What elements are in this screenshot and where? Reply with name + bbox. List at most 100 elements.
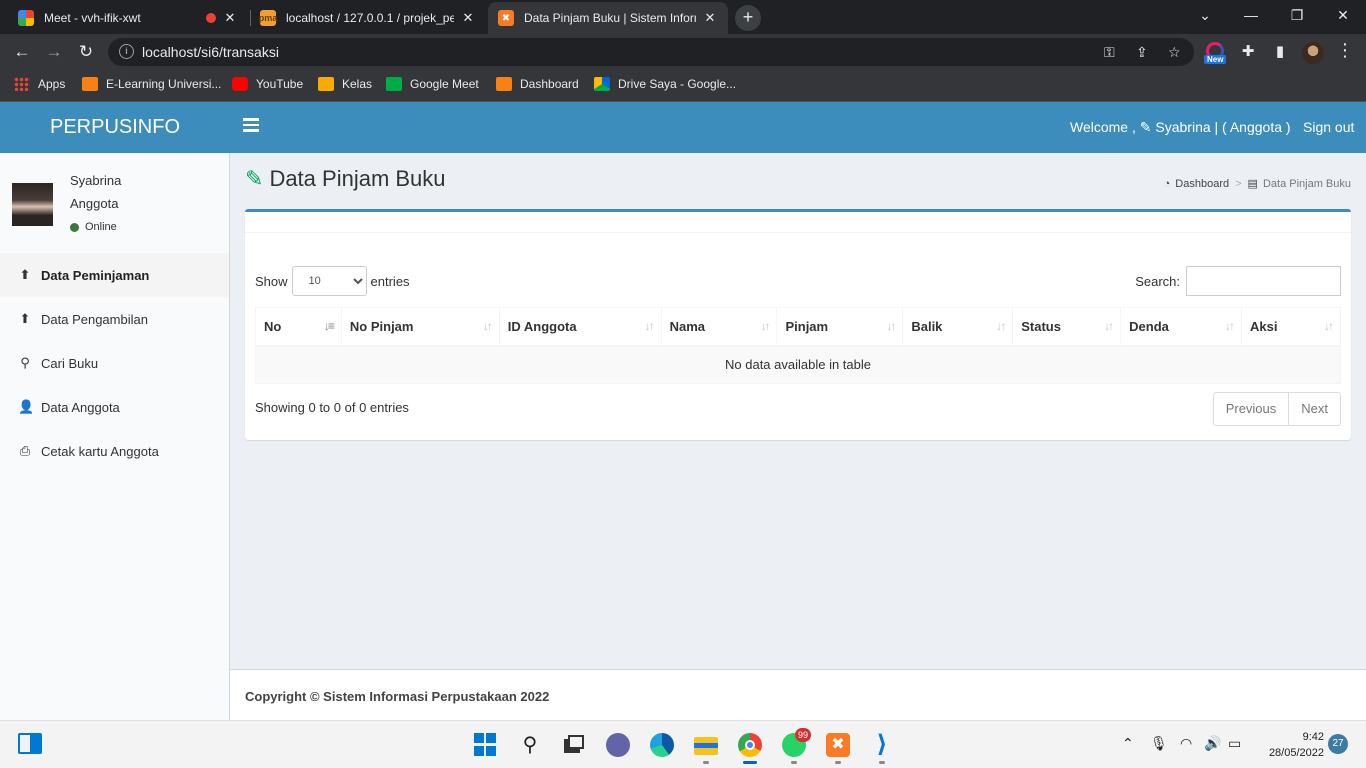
- user-role: Anggota: [70, 196, 119, 211]
- close-window-icon[interactable]: ✕: [1320, 0, 1366, 30]
- teams-chat-icon[interactable]: [606, 733, 630, 757]
- user-name: Syabrina: [70, 173, 122, 188]
- column-header-aksi[interactable]: Aksi ↓↑: [1241, 307, 1341, 347]
- browser-tab-active[interactable]: ✖ Data Pinjam Buku | Sistem Informasi Pe…: [488, 2, 728, 34]
- welcome-user[interactable]: Welcome , ✎ Syabrina | ( Anggota ): [1070, 119, 1291, 136]
- sort-icon: ↓↑: [1225, 319, 1235, 333]
- print-icon: ⎙: [19, 443, 31, 458]
- sort-icon: ↓↑: [1324, 319, 1334, 333]
- sidebar-item-cetak-kartu[interactable]: ⎙ Cetak kartu Anggota: [0, 429, 229, 473]
- clock[interactable]: 9:42 28/05/2022: [1256, 729, 1324, 761]
- page-length-select[interactable]: 10: [291, 266, 367, 296]
- back-icon[interactable]: ←: [10, 40, 34, 64]
- column-header-pinjam[interactable]: Pinjam ↓↑: [776, 307, 904, 347]
- bookmark-apps[interactable]: Apps: [14, 77, 65, 91]
- phpmyadmin-icon: pma: [259, 10, 277, 26]
- user-avatar: [12, 183, 53, 226]
- breadcrumb-home[interactable]: Dashboard: [1175, 178, 1229, 190]
- browser-toolbar: ← → ↻ i localhost/si6/transaksi ⚿ ⇪ ☆ Ne…: [0, 34, 1366, 70]
- search-control: Search:: [1135, 266, 1341, 296]
- tab-search-icon[interactable]: ⌄: [1182, 0, 1228, 30]
- widgets-icon[interactable]: [18, 733, 42, 754]
- column-header-no[interactable]: No ↓≡: [255, 307, 342, 347]
- next-page-button[interactable]: Next: [1289, 392, 1341, 426]
- extensions-puzzle-icon[interactable]: ✚: [1238, 42, 1258, 62]
- tray-overflow-icon[interactable]: ⌃: [1122, 735, 1134, 752]
- site-info-icon[interactable]: i: [119, 44, 134, 59]
- volume-icon[interactable]: 🔊: [1204, 735, 1221, 752]
- pagination: Previous Next: [1212, 392, 1341, 426]
- chrome-menu-icon[interactable]: ⋮: [1336, 40, 1354, 61]
- minimize-icon[interactable]: —: [1228, 0, 1274, 30]
- column-header-balik[interactable]: Balik ↓↑: [902, 307, 1014, 347]
- share-icon[interactable]: ⇪: [1136, 44, 1148, 61]
- vscode-icon[interactable]: ⟩: [870, 733, 894, 757]
- previous-page-button[interactable]: Previous: [1212, 392, 1290, 426]
- edit-icon: ✎: [1139, 119, 1152, 135]
- sidebar-item-cari-buku[interactable]: ⚲ Cari Buku: [0, 341, 229, 385]
- reload-icon[interactable]: ↻: [74, 40, 98, 64]
- column-header-status[interactable]: Status ↓↑: [1012, 307, 1122, 347]
- file-explorer-icon[interactable]: [694, 733, 718, 757]
- dashboard-icon: ◔: [1163, 177, 1171, 190]
- browser-tab-phpmyadmin[interactable]: pma localhost / 127.0.0.1 / projek_perpu…: [250, 2, 486, 34]
- table-header-row: No ↓≡ No Pinjam ↓↑ ID Anggota ↓↑ Nama ↓↑ Pin…: [255, 307, 1341, 347]
- restore-icon[interactable]: ❐: [1274, 0, 1320, 30]
- extension-new-icon[interactable]: New: [1204, 42, 1228, 66]
- column-header-nama[interactable]: Nama ↓↑: [660, 307, 778, 347]
- microphone-icon[interactable]: 🎙: [1150, 735, 1168, 752]
- app-logo[interactable]: PERPUSINFO: [0, 102, 230, 153]
- recording-dot-icon: [206, 13, 216, 23]
- chrome-icon[interactable]: [738, 733, 762, 757]
- column-header-denda[interactable]: Denda ↓↑: [1120, 307, 1243, 347]
- column-header-id-anggota[interactable]: ID Anggota ↓↑: [498, 307, 662, 347]
- forward-icon[interactable]: →: [42, 40, 66, 64]
- notification-count-badge[interactable]: 27: [1328, 734, 1348, 754]
- hamburger-menu-icon[interactable]: [243, 118, 259, 134]
- xampp-icon: ✖: [498, 10, 514, 26]
- search-input[interactable]: [1186, 266, 1341, 296]
- address-bar[interactable]: i localhost/si6/transaksi ⚿ ⇪ ☆: [108, 38, 1194, 66]
- search-icon[interactable]: ⚲: [518, 733, 542, 757]
- app-header: PERPUSINFO Welcome , ✎ Syabrina | ( Angg…: [0, 102, 1366, 153]
- edit-icon: ✎: [245, 166, 264, 191]
- bookmark-drive[interactable]: Drive Saya - Google...: [594, 77, 736, 91]
- user-panel: Syabrina Anggota Online: [0, 153, 229, 253]
- classroom-icon: [318, 77, 334, 91]
- apps-grid-icon: [14, 77, 30, 91]
- wifi-icon[interactable]: ◠: [1180, 735, 1192, 752]
- bookmark-google-meet[interactable]: Google Meet: [386, 77, 479, 91]
- sidebar-item-data-peminjaman[interactable]: ⬆ Data Peminjaman: [0, 253, 229, 297]
- close-tab-icon[interactable]: ✕: [222, 10, 238, 26]
- close-tab-icon[interactable]: ✕: [460, 10, 476, 26]
- bookmark-elearning[interactable]: E-Learning Universi...: [82, 77, 221, 91]
- new-tab-button[interactable]: +: [735, 5, 761, 31]
- task-view-icon[interactable]: [562, 733, 586, 757]
- sign-out-link[interactable]: Sign out: [1303, 119, 1354, 135]
- browser-tab-meet[interactable]: Meet - vvh-ifik-xwt ✕: [8, 2, 248, 34]
- close-tab-icon[interactable]: ✕: [702, 10, 718, 26]
- key-icon[interactable]: ⚿: [1104, 44, 1115, 61]
- sidebar-item-data-pengambilan[interactable]: ⬆ Data Pengambilan: [0, 297, 229, 341]
- bookmark-kelas[interactable]: Kelas: [318, 77, 372, 91]
- google-drive-icon: [594, 77, 610, 91]
- bookmark-dashboard[interactable]: Dashboard: [496, 77, 579, 91]
- url-text: localhost/si6/transaksi: [142, 44, 279, 60]
- copyright-text: Copyright © Sistem Informasi Perpustakaa…: [245, 689, 550, 704]
- online-dot-icon: [70, 222, 79, 232]
- upload-icon: ⬆: [19, 267, 31, 282]
- sidebar-item-data-anggota[interactable]: 👤 Data Anggota: [0, 385, 229, 429]
- bookmark-youtube[interactable]: YouTube: [232, 77, 303, 91]
- xampp-icon[interactable]: ✖: [826, 733, 850, 757]
- windows-start-icon[interactable]: [474, 733, 498, 757]
- column-header-no-pinjam[interactable]: No Pinjam ↓↑: [340, 307, 500, 347]
- browser-tab-strip: Meet - vvh-ifik-xwt ✕ pma localhost / 12…: [0, 0, 1366, 34]
- pinjam-table: No ↓≡ No Pinjam ↓↑ ID Anggota ↓↑ Nama ↓↑ Pin…: [255, 307, 1341, 384]
- battery-icon[interactable]: ▭: [1228, 735, 1241, 752]
- profile-avatar[interactable]: [1302, 42, 1324, 64]
- moodle-icon: [82, 77, 98, 91]
- side-panel-icon[interactable]: ▮: [1270, 42, 1290, 62]
- bookmark-star-icon[interactable]: ☆: [1168, 44, 1181, 61]
- edge-icon[interactable]: [650, 733, 674, 757]
- empty-table-message: No data available in table: [255, 345, 1341, 384]
